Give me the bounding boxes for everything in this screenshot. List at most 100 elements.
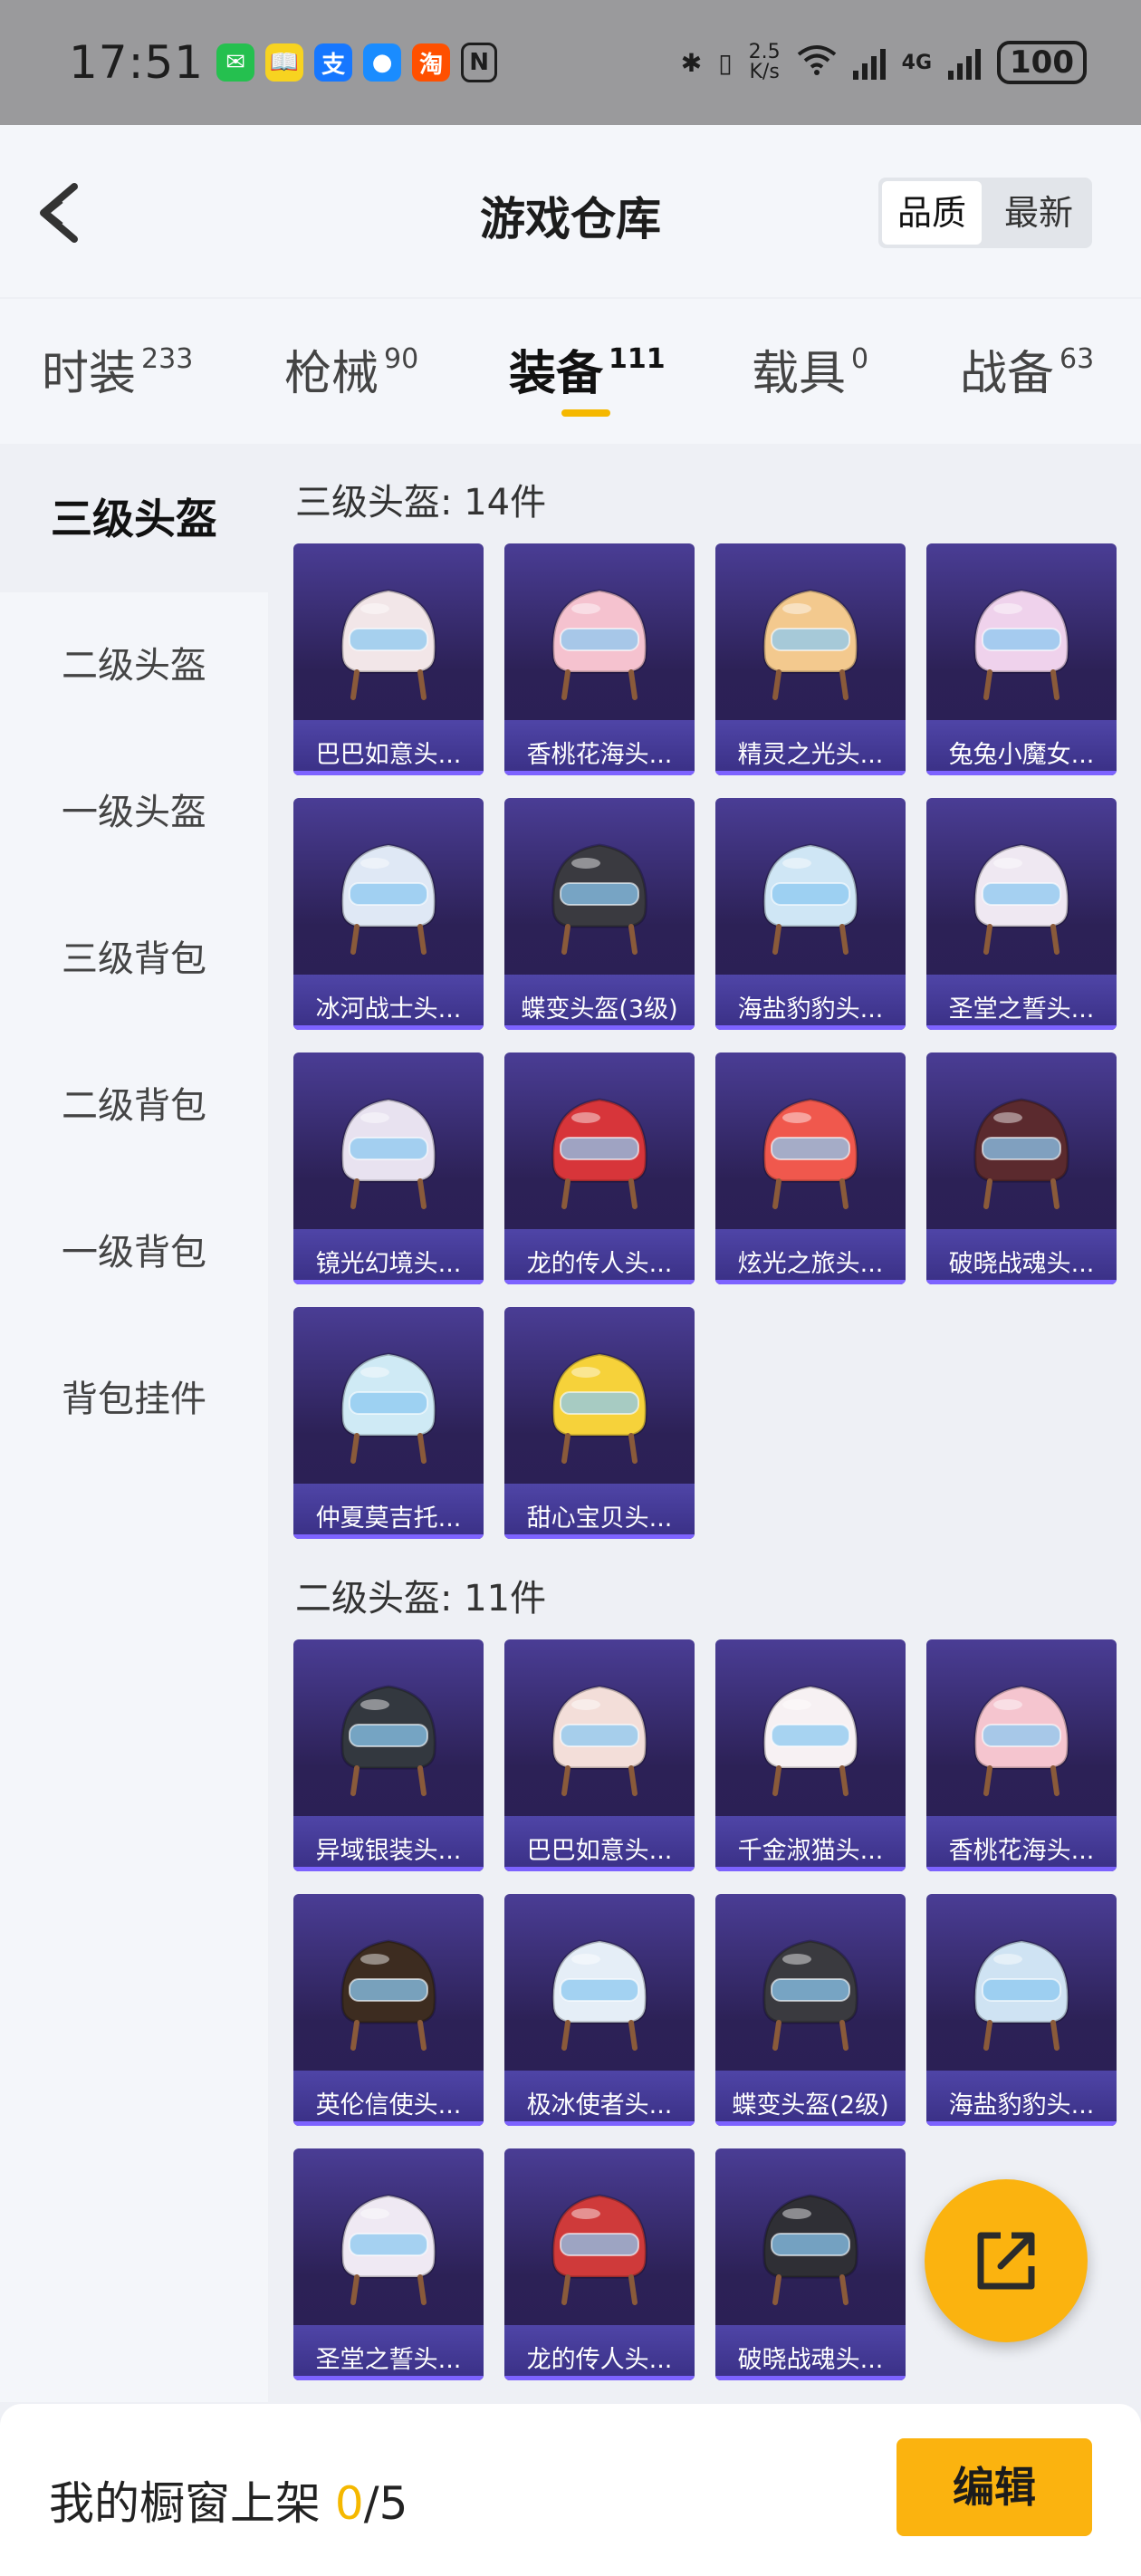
item-card[interactable]: 巴巴如意头... bbox=[293, 543, 484, 775]
item-card[interactable]: 炫光之旅头... bbox=[715, 1053, 906, 1284]
item-name: 仲夏莫吉托... bbox=[315, 1504, 462, 1533]
tab-supplies[interactable]: 战备 63 bbox=[960, 335, 1094, 403]
section-title: 三级头盔: 14件 bbox=[295, 482, 547, 524]
net-speed-unit: K/s bbox=[749, 61, 780, 83]
item-card[interactable]: 蝶变头盔(3级) bbox=[504, 798, 695, 1030]
alipay-icon: 支 bbox=[314, 43, 353, 82]
helmet-icon bbox=[340, 1685, 436, 1796]
helmet-icon bbox=[762, 589, 858, 700]
item-card[interactable]: 龙的传人头... bbox=[504, 2148, 695, 2380]
item-name: 香桃花海头... bbox=[948, 1837, 1095, 1865]
sort-quality-button[interactable]: 品质 bbox=[882, 181, 982, 245]
section-title: 二级头盔: 11件 bbox=[295, 1578, 547, 1620]
tab-count: 90 bbox=[384, 343, 419, 375]
item-name: 巴巴如意头... bbox=[526, 1837, 673, 1865]
bottom-bar: 我的橱窗上架 0/5 编辑 bbox=[0, 2404, 1141, 2576]
helmet-icon bbox=[340, 2194, 436, 2305]
item-card[interactable]: 圣堂之誓头... bbox=[926, 798, 1117, 1030]
item-card[interactable]: 海盐豹豹头... bbox=[715, 798, 906, 1030]
item-name: 海盐豹豹头... bbox=[737, 995, 884, 1024]
status-indicators: ✱ ▯ 2.5 K/s 4G 100 bbox=[681, 41, 1087, 84]
showcase-label: 我的橱窗上架 bbox=[49, 2477, 321, 2530]
helmet-icon bbox=[762, 1685, 858, 1796]
tab-vehicles[interactable]: 载具 0 bbox=[752, 335, 868, 403]
sort-newest-button[interactable]: 最新 bbox=[989, 181, 1088, 245]
item-card[interactable]: 极冰使者头... bbox=[504, 1894, 695, 2126]
item-card[interactable]: 破晓战魂头... bbox=[715, 2148, 906, 2380]
item-card[interactable]: 圣堂之誓头... bbox=[293, 2148, 484, 2380]
reading-app-icon: 📖 bbox=[265, 43, 304, 82]
item-card[interactable]: 破晓战魂头... bbox=[926, 1053, 1117, 1284]
item-card[interactable]: 异域银装头... bbox=[293, 1639, 484, 1871]
sidebar-item-level2-helmet[interactable]: 二级头盔 bbox=[0, 592, 268, 739]
item-card[interactable]: 甜心宝贝头... bbox=[504, 1307, 695, 1539]
showcase-total: /5 bbox=[363, 2477, 408, 2530]
item-name: 龙的传人头... bbox=[526, 1250, 673, 1278]
status-time: 17:51 bbox=[69, 36, 205, 89]
sidebar-item-level1-helmet[interactable]: 一级头盔 bbox=[0, 739, 268, 886]
helmet-icon bbox=[973, 1685, 1069, 1796]
helmet-icon bbox=[551, 843, 647, 955]
edit-button[interactable]: 编辑 bbox=[896, 2438, 1092, 2536]
item-name: 极冰使者头... bbox=[526, 2091, 673, 2119]
net-speed: 2.5 K/s bbox=[749, 43, 781, 82]
item-card[interactable]: 海盐豹豹头... bbox=[926, 1894, 1117, 2126]
wifi-icon bbox=[797, 43, 837, 82]
item-card[interactable]: 冰河战士头... bbox=[293, 798, 484, 1030]
sidebar-item-level3-helmet[interactable]: 三级头盔 bbox=[0, 446, 268, 592]
battery-icon: 100 bbox=[997, 41, 1087, 84]
sidebar-item-level3-backpack[interactable]: 三级背包 bbox=[0, 886, 268, 1033]
helmet-icon bbox=[551, 2194, 647, 2305]
item-name: 圣堂之誓头... bbox=[948, 995, 1095, 1024]
bluetooth-icon: ✱ bbox=[680, 47, 703, 78]
item-card[interactable]: 巴巴如意头... bbox=[504, 1639, 695, 1871]
item-card[interactable]: 香桃花海头... bbox=[504, 543, 695, 775]
item-name: 兔兔小魔女... bbox=[948, 741, 1095, 769]
item-name: 甜心宝贝头... bbox=[526, 1504, 673, 1533]
tab-label: 枪械 bbox=[284, 347, 379, 401]
item-name: 千金淑猫头... bbox=[737, 1837, 884, 1865]
item-card[interactable]: 精灵之光头... bbox=[715, 543, 906, 775]
item-grid: 三级头盔: 14件 二级头盔: 11件 巴巴如意头... 香桃花海头... 精灵之光… bbox=[268, 446, 1141, 2402]
sidebar-item-level1-backpack[interactable]: 一级背包 bbox=[0, 1179, 268, 1326]
item-card[interactable]: 兔兔小魔女... bbox=[926, 543, 1117, 775]
active-tab-indicator bbox=[561, 409, 610, 417]
item-name: 冰河战士头... bbox=[315, 995, 462, 1024]
showcase-count: 0 bbox=[334, 2477, 364, 2530]
tab-guns[interactable]: 枪械 90 bbox=[284, 335, 418, 403]
helmet-icon bbox=[340, 1352, 436, 1464]
helmet-icon bbox=[551, 1098, 647, 1209]
tab-equipment[interactable]: 装备 111 bbox=[509, 335, 666, 403]
net-speed-value: 2.5 bbox=[748, 41, 781, 63]
showcase-status: 我的橱窗上架 0/5 bbox=[49, 2467, 408, 2533]
header: 游戏仓库 品质 最新 bbox=[0, 125, 1141, 297]
item-name: 破晓战魂头... bbox=[737, 2346, 884, 2374]
item-card[interactable]: 香桃花海头... bbox=[926, 1639, 1117, 1871]
item-name: 香桃花海头... bbox=[526, 741, 673, 769]
tab-fashion[interactable]: 时装 233 bbox=[42, 335, 193, 403]
item-name: 蝶变头盔(3级) bbox=[521, 995, 678, 1024]
helmet-icon bbox=[973, 589, 1069, 700]
sidebar-item-backpack-charm[interactable]: 背包挂件 bbox=[0, 1326, 268, 1473]
qq-icon: ● bbox=[363, 43, 402, 82]
item-card[interactable]: 龙的传人头... bbox=[504, 1053, 695, 1284]
item-card[interactable]: 镜光幻境头... bbox=[293, 1053, 484, 1284]
share-button[interactable] bbox=[925, 2179, 1088, 2342]
item-card[interactable]: 仲夏莫吉托... bbox=[293, 1307, 484, 1539]
item-name: 精灵之光头... bbox=[737, 741, 884, 769]
helmet-icon bbox=[973, 1939, 1069, 2051]
item-card[interactable]: 蝶变头盔(2级) bbox=[715, 1894, 906, 2126]
item-name: 海盐豹豹头... bbox=[948, 2091, 1095, 2119]
item-card[interactable]: 千金淑猫头... bbox=[715, 1639, 906, 1871]
helmet-icon bbox=[551, 589, 647, 700]
vibrate-icon: ▯ bbox=[718, 47, 733, 78]
item-card[interactable]: 英伦信使头... bbox=[293, 1894, 484, 2126]
tab-label: 战备 bbox=[960, 347, 1055, 401]
helmet-icon bbox=[340, 1098, 436, 1209]
sidebar: 三级头盔 二级头盔 一级头盔 三级背包 二级背包 一级背包 背包挂件 bbox=[0, 446, 268, 2402]
item-name: 龙的传人头... bbox=[526, 2346, 673, 2374]
sidebar-item-level2-backpack[interactable]: 二级背包 bbox=[0, 1033, 268, 1179]
sort-toggle: 品质 最新 bbox=[878, 178, 1092, 248]
signal-icon-2 bbox=[948, 45, 982, 80]
helmet-icon bbox=[762, 1939, 858, 2051]
